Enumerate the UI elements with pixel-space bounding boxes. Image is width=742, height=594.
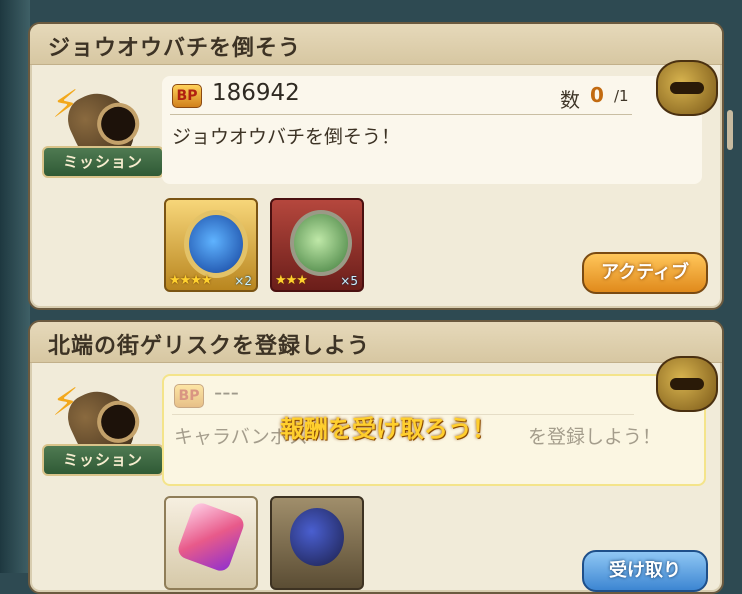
mission-badge: ⚡ ミッション (42, 380, 164, 490)
bp-icon: BP (174, 384, 204, 408)
reward-quantity: ×5 (340, 274, 358, 288)
mission-panel-1: ジョウオウバチを倒そう ⚡ ミッション BP 186942 数 0 /1 ジョウ… (28, 22, 724, 310)
rarity-stars: ★★★ (275, 273, 308, 288)
receive-button[interactable]: 受け取り (582, 550, 708, 592)
divider (170, 114, 632, 115)
reward-item-seed[interactable]: ★★★ ×5 (270, 198, 364, 292)
queen-bee-enemy-icon (656, 356, 718, 412)
green-seed-icon (290, 210, 352, 276)
crystal-icon (175, 500, 247, 574)
scrollbar[interactable] (727, 110, 733, 150)
claim-reward-overlay: 報酬を受け取ろう！ (280, 415, 496, 443)
rarity-stars: ★★★★ (169, 273, 213, 288)
mission-title: 北端の街ゲリスクを登録しよう (48, 334, 371, 359)
mission-title-bar: ジョウオウバチを倒そう (30, 24, 722, 65)
reward-item-ore[interactable] (270, 496, 364, 590)
background (0, 0, 30, 573)
blue-orb-icon (184, 210, 248, 278)
count-current: 0 (590, 83, 604, 107)
mission-ribbon: ミッション (42, 146, 164, 178)
mission-title-bar: 北端の街ゲリスクを登録しよう (30, 322, 722, 363)
bp-icon: BP (172, 84, 202, 108)
blue-ore-icon (290, 508, 344, 566)
count-total: /1 (614, 87, 629, 105)
count-label: 数 (560, 88, 580, 112)
reward-quantity: ×2 (234, 274, 252, 288)
bp-value: --- (214, 380, 239, 406)
mission-badge: ⚡ ミッション (42, 82, 164, 192)
reward-item-orb[interactable]: ★★★★ ×2 (164, 198, 258, 292)
queen-bee-enemy-icon (656, 60, 718, 116)
bp-value: 186942 (212, 80, 300, 106)
active-button[interactable]: アクティブ (582, 252, 708, 294)
lightning-icon: ⚡ (52, 380, 79, 424)
mission-description: ジョウオウバチを倒そう！ (172, 126, 401, 148)
mission-title: ジョウオウバチを倒そう (48, 36, 302, 61)
mission-description-tail: を登録しよう！ (528, 426, 662, 448)
reward-item-crystal[interactable] (164, 496, 258, 590)
lightning-icon: ⚡ (52, 82, 79, 126)
mission-panel-2: 北端の街ゲリスクを登録しよう ⚡ ミッション BP --- キャラバンポス を登… (28, 320, 724, 594)
mission-info-box: BP 186942 数 0 /1 ジョウオウバチを倒そう！ (162, 76, 702, 184)
mission-ribbon: ミッション (42, 444, 164, 476)
